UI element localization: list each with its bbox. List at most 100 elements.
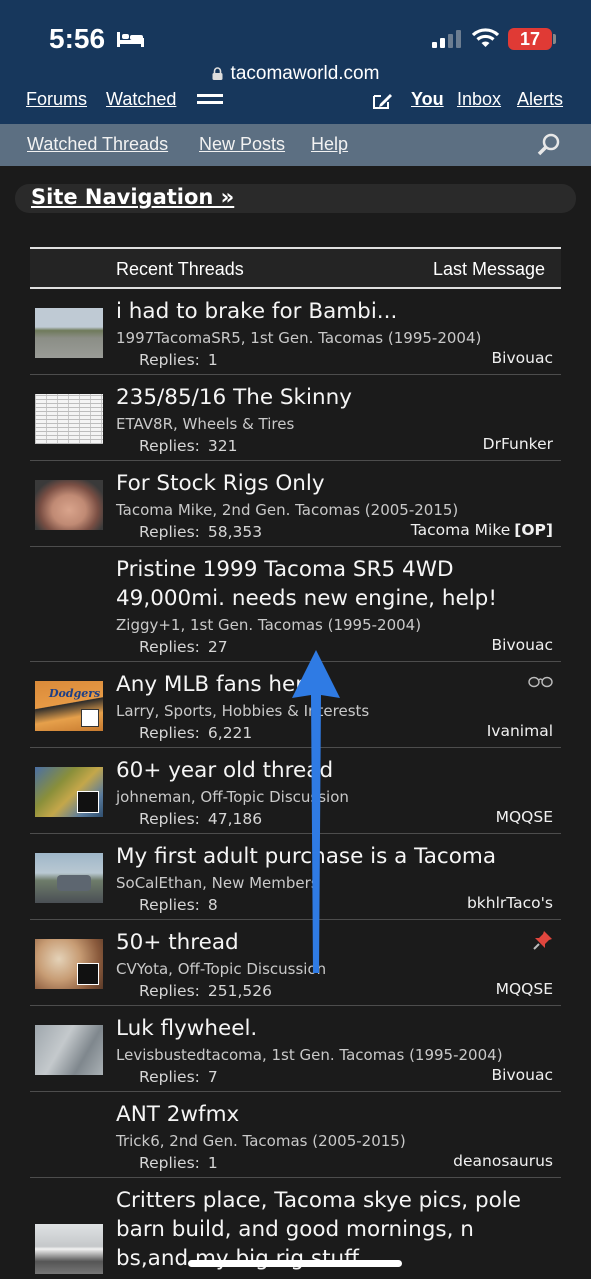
menu-icon[interactable] [197,94,223,110]
thread-title[interactable]: For Stock Rigs Only [116,469,546,498]
thread-row[interactable]: Luk flywheel. Levisbustedtacoma, 1st Gen… [30,1006,561,1092]
sunglasses-icon [528,676,553,688]
replies-count: 27 [207,638,228,656]
thread-replies: Replies: 321 [139,437,238,455]
last-message-user[interactable]: bkhlrTaco's [467,894,553,912]
thread-meta[interactable]: Levisbustedtacoma, 1st Gen. Tacomas (199… [116,1046,503,1064]
help-link[interactable]: Help [311,134,348,155]
thread-meta[interactable]: ETAV8R, Wheels & Tires [116,415,294,433]
last-message-user[interactable]: deanosaurus [453,1152,553,1170]
replies-count: 321 [207,437,238,455]
replies-label: Replies: [139,523,200,541]
last-message-user[interactable]: Bivouac [492,349,553,367]
dodgers-logo: Dodgers [49,687,101,700]
swipe-up-arrow [292,650,340,973]
op-tag: [OP] [514,521,553,539]
thread-meta[interactable]: 1997TacomaSR5, 1st Gen. Tacomas (1995-20… [116,329,481,347]
thread-row[interactable]: 235/85/16 The Skinny ETAV8R, Wheels & Ti… [30,375,561,461]
thread-replies: Replies: 1 [139,1154,218,1172]
last-message-user[interactable]: Bivouac [492,636,553,654]
thread-title[interactable]: Luk flywheel. [116,1014,546,1043]
site-navigation-bar: Site Navigation » [15,184,576,213]
replies-count: 47,186 [207,810,263,828]
replies-label: Replies: [139,1068,200,1086]
thread-replies: Replies: 251,526 [139,982,272,1000]
thread-replies: Replies: 27 [139,638,228,656]
avatar-badge [81,709,99,727]
replies-label: Replies: [139,896,200,914]
new-posts-link[interactable]: New Posts [199,134,285,155]
compose-icon[interactable] [371,92,393,110]
thread-title[interactable]: ANT 2wfmx [116,1100,546,1129]
nav-you-link[interactable]: You [411,92,444,110]
replies-count: 1 [207,1154,218,1172]
thread-thumbnail[interactable] [35,308,103,358]
replies-label: Replies: [139,351,200,369]
last-message-user[interactable]: MQQSE [496,808,553,826]
status-time: 5:56 [49,23,106,54]
thread-meta[interactable]: Trick6, 2nd Gen. Tacomas (2005-2015) [116,1132,406,1150]
home-indicator[interactable] [188,1260,402,1267]
replies-label: Replies: [139,437,200,455]
thread-row[interactable]: For Stock Rigs Only Tacoma Mike, 2nd Gen… [30,461,561,547]
thread-meta[interactable]: Ziggy+1, 1st Gen. Tacomas (1995-2004) [116,616,421,634]
last-message-user[interactable]: Bivouac [492,1066,553,1084]
url-text: tacomaworld.com [230,63,380,84]
thread-title[interactable]: 235/85/16 The Skinny [116,383,546,412]
search-icon[interactable] [537,132,561,156]
last-message-user[interactable]: MQQSE [496,980,553,998]
replies-label: Replies: [139,1154,200,1172]
nav-forums-link[interactable]: Forums [26,92,87,110]
replies-count: 8 [207,896,218,914]
last-message-user[interactable]: Tacoma Mike [OP] [411,521,553,539]
url-bar[interactable]: tacomaworld.com [0,63,591,85]
nav-alerts-link[interactable]: Alerts [517,92,563,110]
truck-shape [57,875,91,891]
thread-title[interactable]: Pristine 1999 Tacoma SR5 4WD 49,000mi. n… [116,555,546,613]
battery-tip [553,34,556,44]
top-nav: Forums Watched You Inbox Alerts [0,92,591,124]
wifi-icon [472,28,499,47]
avatar-badge [77,791,99,813]
status-bar: 5:56 17 tacomaworld.com [0,0,591,92]
last-message-username[interactable]: Tacoma Mike [411,521,511,539]
thread-thumbnail[interactable] [35,480,103,530]
thread-replies: Replies: 58,353 [139,523,262,541]
battery-level: 17 [508,28,552,50]
replies-count: 251,526 [207,982,273,1000]
thread-thumbnail[interactable] [35,1224,103,1274]
thread-thumbnail[interactable] [35,767,103,817]
thread-replies: Replies: 6,221 [139,724,252,742]
thread-title[interactable]: i had to brake for Bambi... [116,297,546,326]
thread-thumbnail[interactable] [35,939,103,989]
last-message-user[interactable]: DrFunker [483,435,553,453]
nav-inbox-link[interactable]: Inbox [457,92,501,110]
thread-row[interactable]: ANT 2wfmx Trick6, 2nd Gen. Tacomas (2005… [30,1092,561,1178]
replies-label: Replies: [139,724,200,742]
thread-thumbnail[interactable] [35,394,103,444]
sub-nav: Watched Threads New Posts Help [0,124,591,166]
thread-meta[interactable]: SoCalEthan, New Members [116,874,319,892]
thread-thumbnail[interactable] [35,1025,103,1075]
cellular-signal-icon [432,30,461,48]
nav-watched-link[interactable]: Watched [106,92,176,110]
thread-replies: Replies: 8 [139,896,218,914]
thread-row[interactable]: Pristine 1999 Tacoma SR5 4WD 49,000mi. n… [30,547,561,662]
last-message-user[interactable]: Ivanimal [487,722,553,740]
replies-count: 58,353 [207,523,263,541]
watched-threads-link[interactable]: Watched Threads [27,134,168,155]
thread-replies: Replies: 47,186 [139,810,262,828]
table-header: Recent Threads Last Message [30,247,561,289]
sleep-focus-icon [117,32,144,47]
lock-icon [212,67,223,80]
thread-meta[interactable]: Tacoma Mike, 2nd Gen. Tacomas (2005-2015… [116,501,458,519]
site-navigation-link[interactable]: Site Navigation » [31,185,234,209]
replies-label: Replies: [139,638,200,656]
thread-replies: Replies: 1 [139,351,218,369]
thread-thumbnail[interactable] [35,853,103,903]
thread-thumbnail[interactable]: Dodgers [35,681,103,731]
thread-row[interactable]: i had to brake for Bambi... 1997TacomaSR… [30,289,561,375]
pin-icon [533,931,552,950]
replies-count: 6,221 [207,724,253,742]
thread-replies: Replies: 7 [139,1068,218,1086]
